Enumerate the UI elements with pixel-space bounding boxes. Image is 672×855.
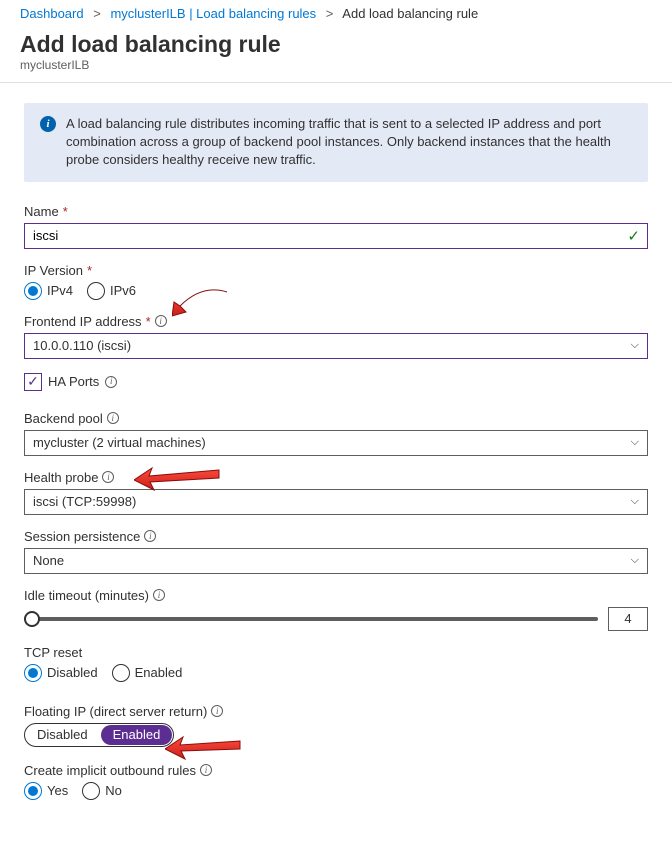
chevron-down-icon: ⌵: [631, 495, 639, 508]
checkmark-icon: ✓: [627, 227, 640, 245]
haports-label: HA Ports: [48, 374, 99, 389]
info-box: i A load balancing rule distributes inco…: [24, 103, 648, 182]
health-select[interactable]: iscsi (TCP:59998) ⌵: [24, 489, 648, 515]
toggle-disabled[interactable]: Disabled: [25, 724, 100, 746]
name-input[interactable]: [24, 223, 648, 249]
chevron-down-icon: ⌵: [631, 436, 639, 449]
ipversion-label: IP Version *: [24, 263, 648, 278]
breadcrumb: Dashboard > myclusterILB | Load balancin…: [0, 0, 672, 23]
info-icon[interactable]: i: [200, 764, 212, 776]
info-icon[interactable]: i: [105, 376, 117, 388]
idle-label: Idle timeout (minutes) i: [24, 588, 648, 603]
page-header: Add load balancing rule myclusterILB: [0, 23, 672, 76]
page-subtitle: myclusterILB: [20, 58, 652, 72]
info-icon: i: [40, 116, 56, 132]
session-select[interactable]: None ⌵: [24, 548, 648, 574]
idle-slider[interactable]: [24, 609, 598, 629]
floating-label: Floating IP (direct server return) i: [24, 704, 648, 719]
info-icon[interactable]: i: [211, 705, 223, 717]
chevron-right-icon: >: [93, 6, 101, 21]
backend-label: Backend pool i: [24, 411, 648, 426]
info-icon[interactable]: i: [153, 589, 165, 601]
backend-select[interactable]: mycluster (2 virtual machines) ⌵: [24, 430, 648, 456]
page-title: Add load balancing rule: [20, 31, 652, 58]
floating-toggle[interactable]: Disabled Enabled: [24, 723, 174, 747]
chevron-down-icon: ⌵: [631, 339, 639, 352]
toggle-enabled[interactable]: Enabled: [101, 725, 173, 745]
session-label: Session persistence i: [24, 529, 648, 544]
frontend-select[interactable]: 10.0.0.110 (iscsi) ⌵: [24, 333, 648, 359]
radio-tcp-disabled[interactable]: Disabled: [24, 664, 98, 682]
info-icon[interactable]: i: [144, 530, 156, 542]
name-label: Name *: [24, 204, 648, 219]
info-icon[interactable]: i: [155, 315, 167, 327]
outbound-label: Create implicit outbound rules i: [24, 763, 648, 778]
haports-checkbox[interactable]: ✓: [24, 373, 42, 391]
breadcrumb-current: Add load balancing rule: [342, 6, 478, 21]
frontend-label: Frontend IP address * i: [24, 314, 648, 329]
chevron-right-icon: >: [326, 6, 334, 21]
radio-outbound-no[interactable]: No: [82, 782, 122, 800]
info-text: A load balancing rule distributes incomi…: [66, 115, 632, 170]
chevron-down-icon: ⌵: [631, 554, 639, 567]
radio-ipv4[interactable]: IPv4: [24, 282, 73, 300]
info-icon[interactable]: i: [107, 412, 119, 424]
idle-value[interactable]: 4: [608, 607, 648, 631]
breadcrumb-dashboard[interactable]: Dashboard: [20, 6, 84, 21]
health-label: Health probe i: [24, 470, 648, 485]
radio-outbound-yes[interactable]: Yes: [24, 782, 68, 800]
radio-tcp-enabled[interactable]: Enabled: [112, 664, 183, 682]
info-icon[interactable]: i: [102, 471, 114, 483]
breadcrumb-resource[interactable]: myclusterILB | Load balancing rules: [110, 6, 316, 21]
tcpreset-label: TCP reset: [24, 645, 648, 660]
radio-ipv6[interactable]: IPv6: [87, 282, 136, 300]
